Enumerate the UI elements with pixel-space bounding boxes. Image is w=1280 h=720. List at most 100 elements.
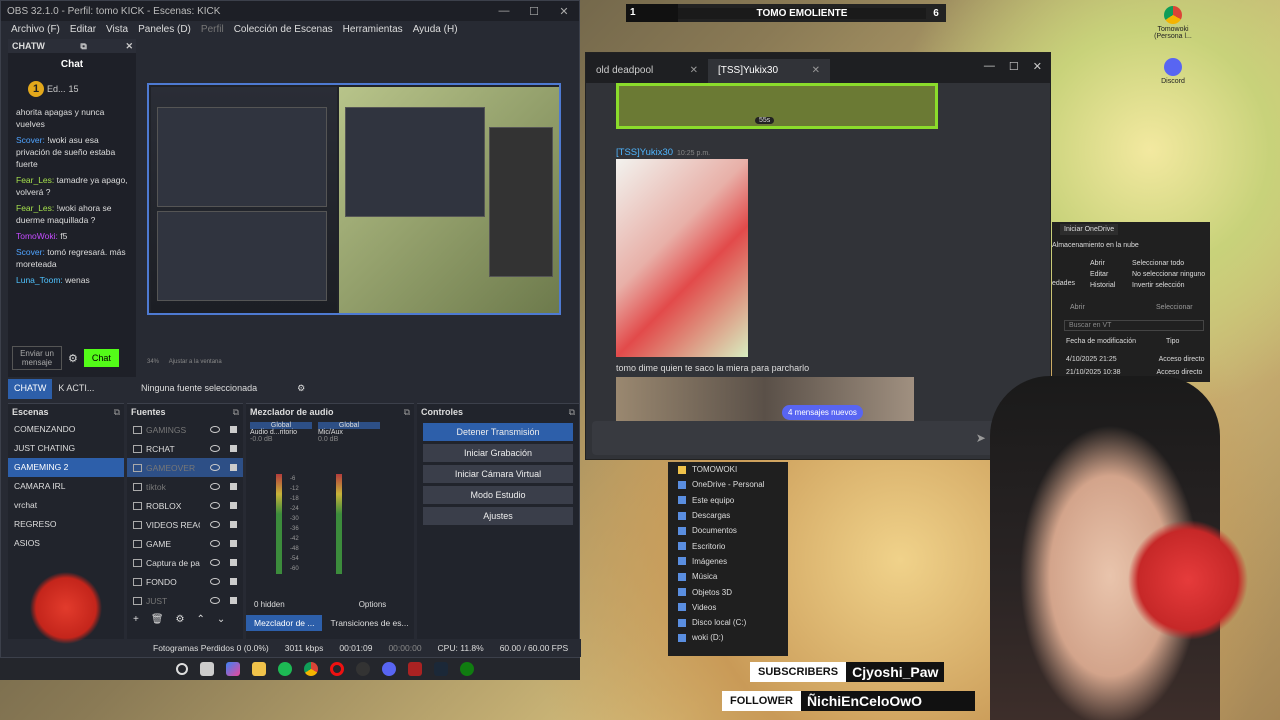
source-item[interactable]: GAMINGS bbox=[127, 420, 243, 439]
scene-item[interactable]: ASIOS bbox=[8, 534, 124, 553]
col-date[interactable]: Fecha de modificación bbox=[1066, 338, 1136, 345]
visibility-eye-icon[interactable] bbox=[210, 597, 220, 604]
visibility-eye-icon[interactable] bbox=[210, 445, 220, 452]
close-dock-icon[interactable]: ✕ bbox=[125, 41, 133, 52]
source-item[interactable]: RCHAT bbox=[127, 439, 243, 458]
menu-vista[interactable]: Vista bbox=[106, 24, 128, 35]
nav-item[interactable]: Imágenes bbox=[668, 554, 788, 569]
obs-preview[interactable] bbox=[147, 83, 561, 315]
settings-gear-icon[interactable]: ⚙ bbox=[68, 352, 78, 365]
nav-item[interactable]: Documentos bbox=[668, 523, 788, 538]
trash-icon[interactable]: 🗑 bbox=[151, 614, 164, 625]
nav-item[interactable]: Objetos 3D bbox=[668, 584, 788, 599]
source-item[interactable]: GAMEOVER bbox=[127, 458, 243, 477]
copilot-icon[interactable] bbox=[226, 662, 240, 676]
up-icon[interactable]: ⌃ bbox=[197, 614, 205, 625]
tab-audio-mixer[interactable]: Mezclador de ... bbox=[246, 615, 323, 631]
lock-icon[interactable] bbox=[230, 521, 237, 528]
studio-mode-button[interactable]: Modo Estudio bbox=[423, 486, 573, 504]
spotify-icon[interactable] bbox=[278, 662, 292, 676]
menu-paneles[interactable]: Paneles (D) bbox=[138, 24, 191, 35]
edit-button[interactable]: Editar bbox=[1090, 271, 1115, 278]
file-explorer-icon[interactable] bbox=[252, 662, 266, 676]
gear-icon[interactable]: ⚙ bbox=[176, 614, 185, 625]
open-button[interactable]: Abrir bbox=[1090, 260, 1115, 267]
task-view-icon[interactable] bbox=[200, 662, 214, 676]
tab-transitions[interactable]: Transiciones de es... bbox=[322, 615, 416, 631]
lock-icon[interactable] bbox=[230, 445, 237, 452]
undock-icon[interactable]: ⧉ bbox=[114, 407, 120, 417]
chat-send-button[interactable]: Chat bbox=[83, 349, 119, 367]
maximize-icon[interactable]: ☐ bbox=[1009, 60, 1019, 73]
chrome-icon[interactable] bbox=[304, 662, 318, 676]
visibility-eye-icon[interactable] bbox=[210, 559, 220, 566]
source-item[interactable]: GAME bbox=[127, 534, 243, 553]
desktop-icon-discord[interactable]: Discord bbox=[1148, 58, 1198, 85]
undock-icon[interactable]: ⧉ bbox=[569, 407, 575, 417]
close-icon[interactable]: ✕ bbox=[549, 5, 579, 18]
visibility-eye-icon[interactable] bbox=[210, 540, 220, 547]
lock-icon[interactable] bbox=[230, 559, 237, 566]
scene-item[interactable]: REGRESO bbox=[8, 515, 124, 534]
virtual-camera-button[interactable]: Iniciar Cámara Virtual bbox=[423, 465, 573, 483]
message-input[interactable]: ➤ ☻ ⎙ bbox=[592, 421, 1046, 455]
source-item[interactable]: FONDO bbox=[127, 572, 243, 591]
message-image[interactable] bbox=[616, 159, 748, 357]
lock-icon[interactable] bbox=[230, 540, 237, 547]
nav-item[interactable]: Escritorio bbox=[668, 538, 788, 553]
undock-icon[interactable]: ⧉ bbox=[80, 41, 86, 52]
preview-zoom[interactable]: 34% bbox=[147, 359, 159, 365]
nav-item[interactable]: Este equipo bbox=[668, 493, 788, 508]
lock-icon[interactable] bbox=[230, 464, 237, 471]
desktop-icon-chrome[interactable]: Tomowoki (Persona l... bbox=[1148, 6, 1198, 40]
col-type[interactable]: Tipo bbox=[1166, 338, 1179, 345]
properties-gear-icon[interactable]: ⚙ bbox=[297, 383, 305, 394]
tab-chatw[interactable]: CHATW bbox=[8, 379, 53, 399]
nav-item[interactable]: Música bbox=[668, 569, 788, 584]
options-dropdown[interactable]: Options bbox=[359, 600, 387, 609]
new-messages-pill[interactable]: 4 mensajes nuevos bbox=[782, 405, 863, 420]
lock-icon[interactable] bbox=[230, 426, 237, 433]
file-row[interactable]: 4/10/2025 21:25 Acceso directo bbox=[1066, 356, 1205, 363]
chat-message-input[interactable]: Enviar un mensaje bbox=[12, 346, 62, 370]
minimize-icon[interactable]: — bbox=[489, 5, 519, 18]
tab-dm[interactable]: old deadpool ✕ bbox=[586, 59, 708, 83]
search-icon[interactable] bbox=[176, 663, 188, 675]
nav-item[interactable]: woki (D:) bbox=[668, 630, 788, 645]
menu-editar[interactable]: Editar bbox=[70, 24, 96, 35]
game-icon[interactable] bbox=[408, 662, 422, 676]
file-row[interactable]: 21/10/2025 10:38 Acceso directo bbox=[1066, 369, 1202, 376]
visibility-eye-icon[interactable] bbox=[210, 426, 220, 433]
select-none-button[interactable]: No seleccionar ninguno bbox=[1132, 271, 1205, 278]
settings-button[interactable]: Ajustes bbox=[423, 507, 573, 525]
scene-item[interactable]: vrchat bbox=[8, 496, 124, 515]
nav-item[interactable]: Disco local (C:) bbox=[668, 615, 788, 630]
nav-item[interactable]: TOMOWOKI bbox=[668, 462, 788, 477]
add-icon[interactable]: + bbox=[133, 614, 139, 625]
opera-icon[interactable] bbox=[330, 662, 344, 676]
message-image[interactable] bbox=[616, 377, 914, 421]
xbox-icon[interactable] bbox=[460, 662, 474, 676]
undock-icon[interactable]: ⧉ bbox=[233, 407, 239, 417]
down-icon[interactable]: ⌄ bbox=[217, 614, 225, 625]
source-item[interactable]: Captura de pa bbox=[127, 553, 243, 572]
start-onedrive-button[interactable]: Iniciar OneDrive bbox=[1060, 224, 1119, 235]
steam-icon[interactable] bbox=[434, 662, 448, 676]
close-tab-icon[interactable]: ✕ bbox=[690, 65, 698, 77]
visibility-eye-icon[interactable] bbox=[210, 483, 220, 490]
menu-ayuda[interactable]: Ayuda (H) bbox=[413, 24, 458, 35]
source-item[interactable]: ROBLOX bbox=[127, 496, 243, 515]
maximize-icon[interactable]: ☐ bbox=[519, 5, 549, 18]
visibility-eye-icon[interactable] bbox=[210, 521, 220, 528]
message-author[interactable]: [TSS]Yukix30 10:25 p.m. bbox=[616, 147, 710, 158]
tab-kick-activity[interactable]: K ACTI... bbox=[52, 379, 100, 399]
discord-icon[interactable] bbox=[382, 662, 396, 676]
close-tab-icon[interactable]: ✕ bbox=[812, 65, 820, 77]
channel-name[interactable]: Mic/Aux bbox=[318, 429, 380, 436]
minimize-icon[interactable]: — bbox=[984, 60, 995, 73]
stop-stream-button[interactable]: Detener Transmisión bbox=[423, 423, 573, 441]
select-all-button[interactable]: Seleccionar todo bbox=[1132, 260, 1205, 267]
menu-coleccion[interactable]: Colección de Escenas bbox=[234, 24, 333, 35]
scene-item[interactable]: CAMARA IRL bbox=[8, 477, 124, 496]
source-item[interactable]: JUST bbox=[127, 591, 243, 610]
